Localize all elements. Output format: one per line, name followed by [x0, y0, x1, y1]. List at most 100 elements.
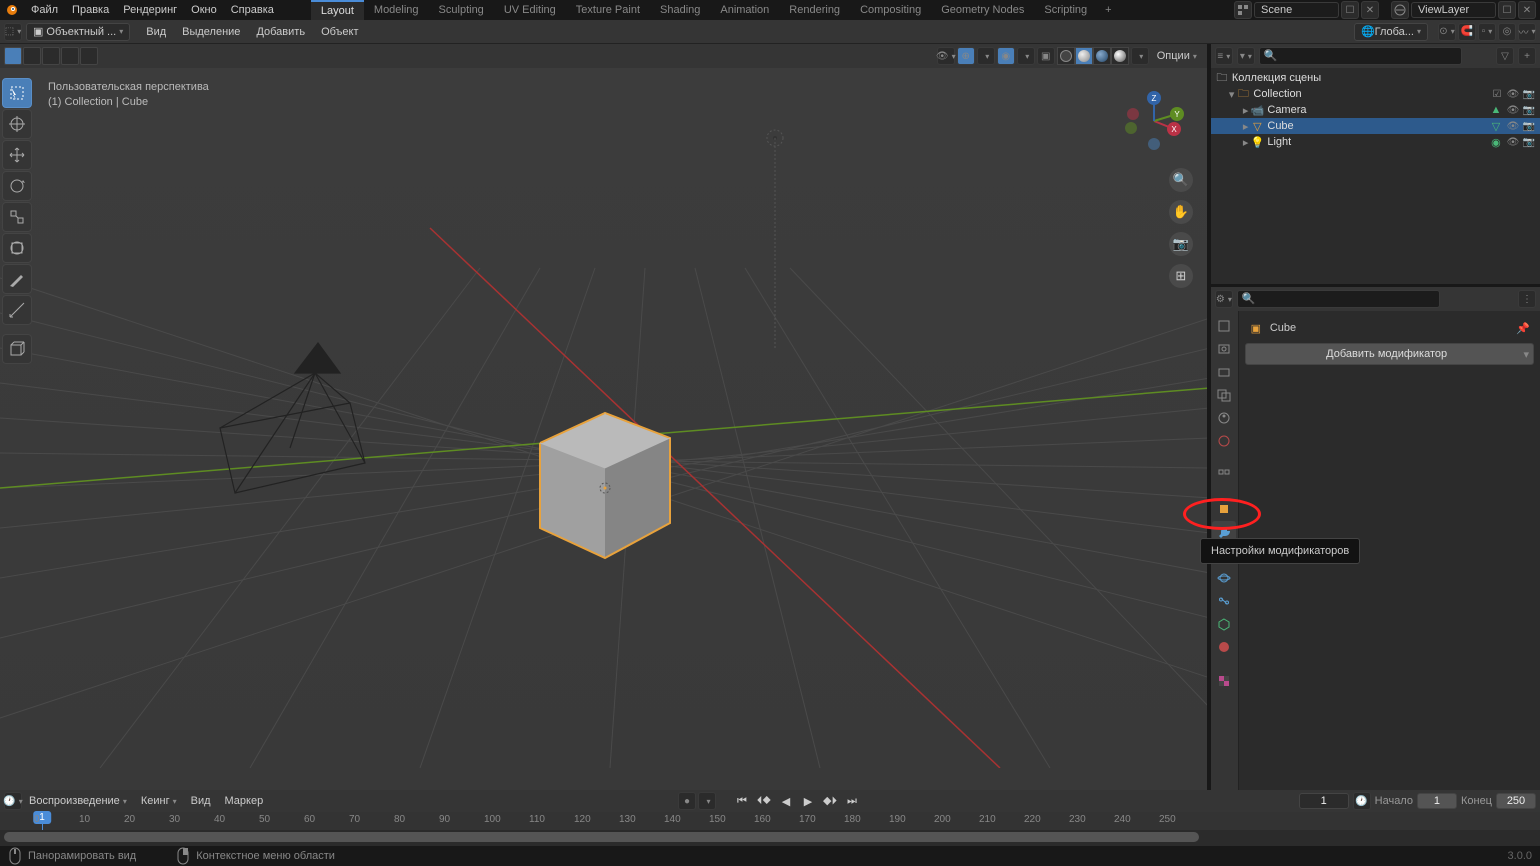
tab-uv-editing[interactable]: UV Editing	[494, 0, 566, 20]
tab-modeling[interactable]: Modeling	[364, 0, 429, 20]
object-tab-icon[interactable]	[1212, 498, 1236, 520]
render-toggle-icon[interactable]: 📷	[1522, 103, 1536, 117]
cube-object[interactable]	[540, 413, 670, 558]
delete-viewlayer-icon[interactable]: ✕	[1518, 1, 1536, 19]
light-object[interactable]	[767, 130, 783, 348]
tool-tab-icon[interactable]	[1212, 315, 1236, 337]
menu-правка[interactable]: Правка	[65, 4, 116, 16]
scene-collection-row[interactable]: 🗀 Коллекция сцены	[1211, 70, 1540, 86]
properties-search-input[interactable]	[1237, 290, 1440, 308]
options-dropdown[interactable]: Опции	[1151, 48, 1203, 64]
disclosure-icon[interactable]: ▸	[1243, 136, 1249, 149]
snap-options-icon[interactable]: ▫	[1478, 23, 1496, 41]
tab-compositing[interactable]: Compositing	[850, 0, 931, 20]
outliner-search-input[interactable]	[1259, 47, 1462, 65]
texture-tab-icon[interactable]	[1212, 670, 1236, 692]
pin-icon[interactable]: 📌	[1516, 322, 1530, 335]
collection-tab-icon[interactable]	[1212, 464, 1236, 486]
cursor-tool-icon[interactable]	[2, 109, 32, 139]
render-tab-icon[interactable]	[1212, 338, 1236, 360]
visibility-icon[interactable]: 👁	[937, 47, 955, 65]
rendered-shading-icon[interactable]	[1111, 47, 1129, 65]
disclosure-icon[interactable]: ▸	[1243, 120, 1249, 133]
menu-справка[interactable]: Справка	[224, 4, 281, 16]
mesh-tab-icon[interactable]	[1212, 613, 1236, 635]
tab-layout[interactable]: Layout	[311, 0, 364, 20]
tab-sculpting[interactable]: Sculpting	[429, 0, 494, 20]
camera-object[interactable]	[220, 343, 365, 493]
scale-tool-icon[interactable]	[2, 202, 32, 232]
autokey-opts-icon[interactable]	[698, 792, 716, 810]
menu-окно[interactable]: Окно	[184, 4, 224, 16]
timeline-scrollbar[interactable]	[0, 830, 1540, 844]
keyframe-next-icon[interactable]: ◆⏵	[820, 792, 840, 810]
visible-toggle-icon[interactable]: 👁	[1506, 87, 1520, 101]
tl-menu-маркер[interactable]: Маркер	[218, 795, 271, 807]
add-modifier-button[interactable]: Добавить модификатор ▾	[1245, 343, 1534, 365]
props-options-icon[interactable]: ⋮	[1518, 290, 1536, 308]
outliner-mode-icon[interactable]: ≡	[1215, 47, 1233, 65]
scene-browse-icon[interactable]	[1234, 1, 1252, 19]
render-toggle-icon[interactable]: 📷	[1522, 87, 1536, 101]
world-tab-icon[interactable]	[1212, 430, 1236, 452]
xray-icon[interactable]: ▣	[1037, 47, 1055, 65]
tab-geometry-nodes[interactable]: Geometry Nodes	[931, 0, 1034, 20]
nav-gizmo[interactable]: X Y Z	[1119, 86, 1189, 156]
outliner-tree[interactable]: 🗀 Коллекция сцены ▾ 🗀 Collection ☑ 👁 📷 ▸…	[1211, 68, 1540, 284]
play-reverse-icon[interactable]: ◀	[776, 792, 796, 810]
proportional-icon[interactable]: ◎	[1498, 23, 1516, 41]
ortho-toggle-icon[interactable]: ⊞	[1169, 264, 1193, 288]
solid-shading-icon[interactable]	[1075, 47, 1093, 65]
shading-opts-icon[interactable]	[1131, 47, 1149, 65]
viewport-3d[interactable]: Пользовательская перспектива (1) Collect…	[0, 68, 1207, 768]
scene-name-input[interactable]	[1254, 2, 1339, 18]
menu-рендеринг[interactable]: Рендеринг	[116, 4, 184, 16]
measure-tool-icon[interactable]	[2, 295, 32, 325]
tab-scripting[interactable]: Scripting	[1034, 0, 1097, 20]
disclosure-icon[interactable]: ▾	[1229, 88, 1235, 101]
material-tab-icon[interactable]	[1212, 636, 1236, 658]
pan-icon[interactable]: ✋	[1169, 200, 1193, 224]
rotate-tool-icon[interactable]	[2, 171, 32, 201]
scrollbar-thumb[interactable]	[4, 832, 1199, 842]
tl-menu-воспроизведение[interactable]: Воспроизведение	[22, 795, 134, 807]
output-tab-icon[interactable]	[1212, 361, 1236, 383]
select-mode-box-icon[interactable]	[4, 47, 22, 65]
zoom-icon[interactable]: 🔍	[1169, 168, 1193, 192]
tab-animation[interactable]: Animation	[710, 0, 779, 20]
properties-mode-icon[interactable]: ⚙	[1215, 290, 1233, 308]
menu-файл[interactable]: Файл	[24, 4, 65, 16]
frame-lock-icon[interactable]: 🕐	[1353, 792, 1371, 810]
timeline-mode-icon[interactable]: 🕐	[4, 792, 22, 810]
constraints-tab-icon[interactable]	[1212, 590, 1236, 612]
visible-toggle-icon[interactable]: 👁	[1506, 119, 1520, 133]
new-scene-icon[interactable]: ☐	[1341, 1, 1359, 19]
annotate-tool-icon[interactable]	[2, 264, 32, 294]
tl-menu-вид[interactable]: Вид	[184, 795, 218, 807]
select-mode-3-icon[interactable]	[42, 47, 60, 65]
editor-type-icon[interactable]: ⬚	[4, 23, 22, 41]
viewmenu-вид[interactable]: Вид	[138, 26, 174, 38]
outliner-item-camera[interactable]: ▸📹Camera▲👁📷	[1211, 102, 1540, 118]
outliner-item-light[interactable]: ▸💡Light◉👁📷	[1211, 134, 1540, 150]
overlays-opts-icon[interactable]	[1017, 47, 1035, 65]
add-workspace-icon[interactable]: +	[1097, 4, 1119, 16]
gizmo-toggle-icon[interactable]: ⊕	[957, 47, 975, 65]
filter-icon[interactable]: ▽	[1496, 47, 1514, 65]
viewlayer-name-input[interactable]	[1411, 2, 1496, 18]
matprev-shading-icon[interactable]	[1093, 47, 1111, 65]
tab-rendering[interactable]: Rendering	[779, 0, 850, 20]
select-box-tool-icon[interactable]	[2, 78, 32, 108]
collection-row[interactable]: ▾ 🗀 Collection ☑ 👁 📷	[1211, 86, 1540, 102]
wireframe-shading-icon[interactable]	[1057, 47, 1075, 65]
move-tool-icon[interactable]	[2, 140, 32, 170]
timeline-ruler[interactable]: 1 01020304050607080901001101201301401501…	[0, 812, 1540, 830]
render-toggle-icon[interactable]: 📷	[1522, 119, 1536, 133]
select-mode-4-icon[interactable]	[61, 47, 79, 65]
keyframe-prev-icon[interactable]: ⏴◆	[754, 792, 774, 810]
gizmo-opts-icon[interactable]	[977, 47, 995, 65]
current-frame-input[interactable]	[1299, 793, 1349, 809]
render-toggle-icon[interactable]: 📷	[1522, 135, 1536, 149]
outliner-item-cube[interactable]: ▸▽Cube▽👁📷	[1211, 118, 1540, 134]
exclude-toggle-icon[interactable]: ☑	[1490, 87, 1504, 101]
